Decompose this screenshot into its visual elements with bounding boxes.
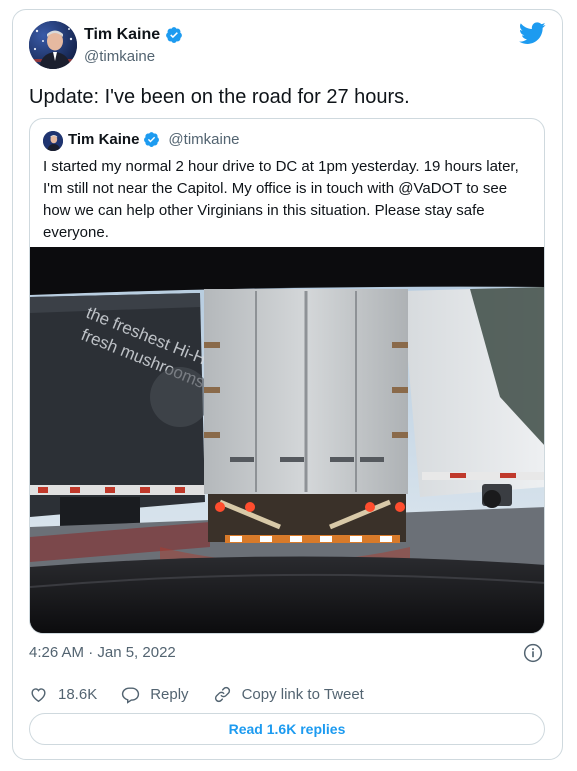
avatar[interactable]: [29, 21, 77, 69]
quoted-name-row[interactable]: Tim Kaine @timkaine: [68, 131, 240, 148]
quoted-tweet[interactable]: Tim Kaine @timkaine I started my normal …: [29, 118, 545, 634]
quoted-avatar[interactable]: [43, 131, 63, 151]
tweet-text: Update: I've been on the road for 27 hou…: [29, 86, 410, 108]
info-icon[interactable]: [523, 643, 543, 663]
reply-label: Reply: [150, 685, 189, 703]
author-name-row[interactable]: Tim Kaine: [84, 26, 183, 44]
tweet-actions: 18.6K Reply Copy link to Tweet: [29, 683, 364, 705]
author-handle[interactable]: @timkaine: [84, 48, 155, 65]
tweet-timestamp[interactable]: 4:26 AM · Jan 5, 2022: [29, 644, 176, 661]
verified-badge-icon: [144, 132, 160, 147]
author-name[interactable]: Tim Kaine: [84, 26, 160, 44]
heart-icon: [31, 687, 46, 702]
copy-link-label: Copy link to Tweet: [241, 685, 364, 703]
like-count: 18.6K: [58, 685, 98, 703]
copy-link-button[interactable]: Copy link to Tweet: [213, 685, 364, 704]
verified-badge-icon: [166, 27, 183, 43]
quoted-author-handle[interactable]: @timkaine: [168, 131, 239, 148]
quoted-tweet-photo[interactable]: the freshest Hi-Health fresh mushrooms: [30, 247, 545, 634]
like-button[interactable]: 18.6K: [29, 685, 97, 704]
reply-icon: [122, 686, 140, 704]
read-replies-button[interactable]: Read 1.6K replies: [29, 713, 545, 745]
quoted-tweet-text: I started my normal 2 hour drive to DC a…: [43, 158, 519, 241]
link-icon: [214, 686, 230, 702]
reply-button[interactable]: Reply: [121, 685, 189, 704]
quoted-author-name[interactable]: Tim Kaine: [68, 131, 139, 148]
twitter-bird-icon[interactable]: [519, 22, 546, 45]
